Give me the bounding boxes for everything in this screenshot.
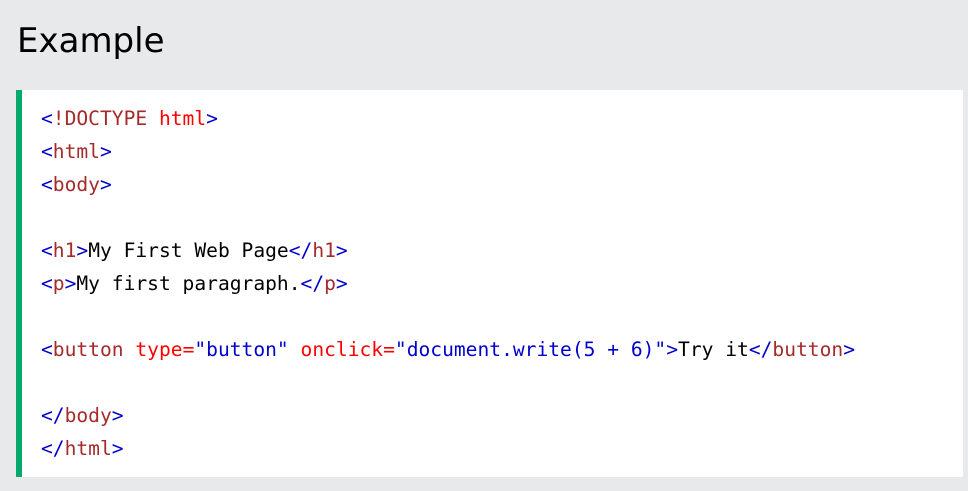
- code-tag-name: p: [52, 272, 65, 295]
- code-line: <h1>My First Web Page</h1>: [41, 234, 855, 267]
- code-bracket: <: [41, 338, 53, 361]
- code-bracket: >: [843, 338, 855, 361]
- code-tag-name: button: [772, 338, 844, 361]
- code-bracket: </: [41, 437, 65, 460]
- code-tag-name: html: [64, 437, 112, 460]
- code-bracket: >: [111, 404, 124, 427]
- code-tag-name: html: [52, 140, 100, 163]
- code-attribute-value: "document.write(5 + 6)": [394, 338, 667, 361]
- code-bracket: >: [99, 140, 112, 163]
- code-line: <html>: [41, 135, 855, 168]
- code-attribute: onclick: [288, 338, 384, 361]
- code-bracket: >: [99, 173, 112, 196]
- code-bracket: <: [41, 140, 53, 163]
- code-bracket: >: [335, 239, 348, 262]
- code-attribute: html: [147, 107, 207, 130]
- code-tag-name: p: [324, 272, 336, 295]
- code-tag-name: h1: [52, 239, 77, 262]
- code-bracket: >: [64, 272, 77, 295]
- code-tag-name: !DOCTYPE: [52, 107, 148, 130]
- code-line: </html>: [41, 432, 855, 465]
- code-tag-name: body: [52, 173, 100, 196]
- code-bracket: </: [288, 239, 313, 262]
- code-line: <button type="button" onclick="document.…: [41, 333, 855, 366]
- code-line: </body>: [41, 399, 855, 432]
- code-bracket: <: [41, 107, 53, 130]
- code-tag-name: button: [52, 338, 124, 361]
- code-bracket: <: [41, 173, 53, 196]
- code-line: <!DOCTYPE html>: [41, 102, 855, 135]
- code-line: <body>: [41, 168, 855, 201]
- code-bracket: >: [76, 239, 89, 262]
- code-line: <p>My first paragraph.</p>: [41, 267, 855, 300]
- code-bracket: >: [206, 107, 218, 130]
- code-attribute: =: [182, 338, 195, 361]
- code-bracket: </: [41, 404, 65, 427]
- code-attribute: =: [383, 338, 395, 361]
- code-bracket: >: [335, 272, 348, 295]
- example-heading: Example: [17, 21, 165, 61]
- code-text: My first paragraph.: [76, 272, 301, 295]
- code-tag-name: body: [64, 404, 112, 427]
- code-bracket: <: [41, 272, 53, 295]
- code-bracket: </: [300, 272, 325, 295]
- code-block: <!DOCTYPE html> <html> <body> <h1>My First…: [41, 102, 855, 465]
- code-bracket: >: [111, 437, 124, 460]
- code-text: My First Web Page: [88, 239, 289, 262]
- code-attribute: type: [123, 338, 183, 361]
- code-text: Try it: [678, 338, 749, 361]
- code-bracket: >: [666, 338, 679, 361]
- code-attribute-value: "button": [194, 338, 289, 361]
- code-bracket: <: [41, 239, 53, 262]
- code-tag-name: h1: [312, 239, 336, 262]
- code-bracket: </: [748, 338, 773, 361]
